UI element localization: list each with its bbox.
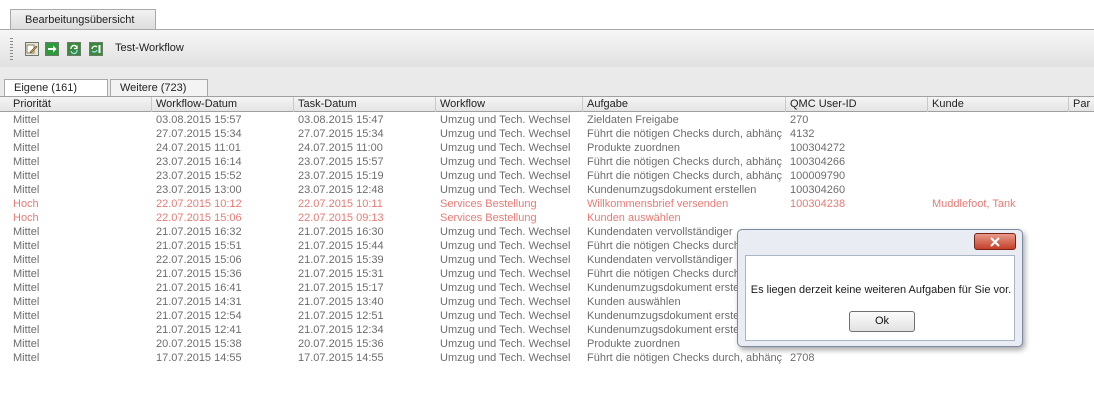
tab-weitere[interactable]: Weitere (723): [110, 79, 208, 96]
column-header-prioritaet[interactable]: Priorität: [11, 97, 152, 112]
ok-button[interactable]: Ok: [849, 311, 915, 332]
main-tab-strip: [0, 0, 1094, 30]
toolbar: Test-Workflow: [0, 30, 1094, 68]
column-header-qmc-user-id[interactable]: QMC User-ID: [788, 97, 928, 112]
column-header-workflow-datum[interactable]: Workflow-Datum: [154, 97, 294, 112]
dialog-message: Es liegen derzeit keine weiteren Aufgabe…: [750, 284, 1012, 296]
column-header-kunde[interactable]: Kunde: [930, 97, 1069, 112]
column-header-workflow[interactable]: Workflow: [438, 97, 583, 112]
refresh-icon[interactable]: [67, 42, 81, 56]
column-header-task-datum[interactable]: Task-Datum: [296, 97, 436, 112]
workflow-label: Test-Workflow: [115, 42, 184, 54]
edit-icon[interactable]: [25, 42, 39, 56]
tab-eigene[interactable]: Eigene (161): [4, 79, 108, 96]
forward-icon[interactable]: [45, 42, 59, 56]
refresh-list-icon[interactable]: [89, 42, 103, 56]
info-dialog: Es liegen derzeit keine weiteren Aufgabe…: [737, 229, 1023, 347]
column-header-aufgabe[interactable]: Aufgabe: [585, 97, 786, 112]
column-header-partner[interactable]: Par: [1071, 97, 1094, 112]
toolbar-grip[interactable]: [10, 38, 13, 60]
grid-header: Priorität Workflow-Datum Task-Datum Work…: [0, 96, 1094, 112]
dialog-body: Es liegen derzeit keine weiteren Aufgabe…: [745, 255, 1015, 341]
main-tab-bearbeitungsuebersicht[interactable]: Bearbeitungsübersicht: [10, 9, 156, 30]
close-icon[interactable]: [974, 233, 1016, 250]
